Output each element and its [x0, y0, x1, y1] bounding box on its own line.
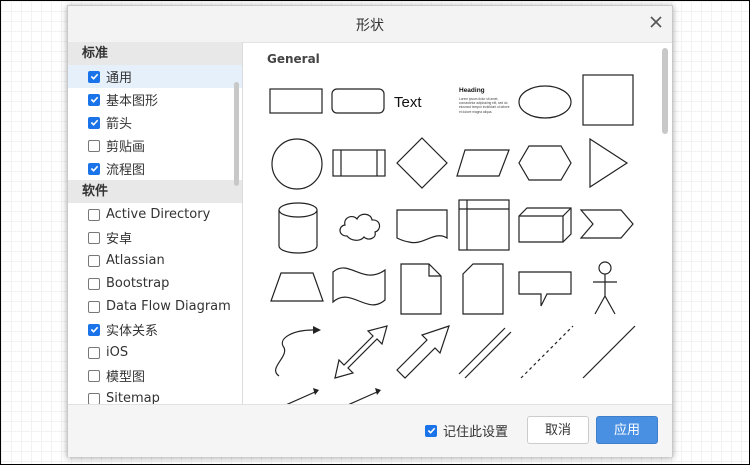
sidebar-item[interactable]: 剪贴画 — [68, 134, 242, 157]
category-header: 软件 — [68, 180, 242, 203]
connector-shape[interactable] — [335, 388, 385, 404]
square-shape[interactable] — [580, 72, 636, 128]
dialog-footer: 记住此设置 取消 应用 — [68, 404, 672, 457]
sidebar-item-label: 安卓 — [106, 232, 133, 247]
sidebar-item-label: Bootstrap — [106, 276, 170, 291]
dialog-title: 形状 — [356, 18, 384, 34]
sidebar-scrollbar[interactable] — [234, 82, 239, 186]
heading-text-shape[interactable]: Heading Lorem ipsum dolor sit amet, cons… — [459, 87, 511, 114]
sidebar-item[interactable]: Bootstrap — [68, 272, 242, 295]
cancel-button[interactable]: 取消 — [527, 416, 589, 444]
sidebar-item-label: Active Directory — [106, 207, 211, 222]
diamond-shape[interactable] — [395, 136, 449, 190]
arrow-shape[interactable] — [395, 324, 451, 380]
remember-setting-label: 记住此设置 — [443, 425, 509, 440]
category-sidebar: 标准通用基本图形箭头剪贴画流程图软件 Active Directory 安卓 Atla… — [68, 42, 243, 404]
sidebar-item[interactable]: iOS — [68, 341, 242, 364]
directional-connector-shape[interactable] — [273, 388, 323, 404]
sidebar-item[interactable]: 实体关系 — [68, 318, 242, 341]
checkbox-icon[interactable] — [88, 70, 100, 83]
sidebar-item[interactable]: Atlassian — [68, 249, 242, 272]
checkbox-icon[interactable] — [88, 208, 100, 221]
remember-setting-checkbox[interactable]: 记住此设置 — [425, 421, 508, 440]
shape-panel-scrollbar[interactable] — [662, 48, 668, 134]
checkbox-icon[interactable] — [88, 300, 100, 313]
actor-shape[interactable] — [589, 260, 621, 318]
sidebar-item[interactable]: 通用 — [68, 65, 242, 88]
sidebar-item-label: 流程图 — [106, 163, 146, 178]
checkbox-icon[interactable] — [88, 346, 100, 359]
heading-shape-body: Lorem ipsum dolor sit amet, consectetur … — [459, 97, 510, 114]
double-line-shape[interactable] — [457, 324, 513, 380]
category-header: 标准 — [68, 42, 242, 65]
category-list: 标准通用基本图形箭头剪贴画流程图软件 Active Directory 安卓 Atla… — [68, 42, 242, 404]
apply-button[interactable]: 应用 — [596, 416, 658, 444]
heading-shape-title: Heading — [459, 87, 485, 94]
sidebar-item[interactable]: Active Directory — [68, 203, 242, 226]
text-shape[interactable]: Text — [394, 94, 454, 111]
curved-arrow-shape[interactable] — [269, 324, 325, 380]
line-shape[interactable] — [581, 324, 637, 380]
checkbox-icon[interactable] — [88, 323, 100, 336]
checkbox-icon[interactable] — [88, 93, 100, 106]
checkbox-icon[interactable] — [88, 116, 100, 129]
note-shape[interactable] — [399, 262, 443, 316]
checkbox-icon[interactable] — [88, 231, 100, 244]
process-shape[interactable] — [331, 148, 387, 180]
internal-storage-shape[interactable] — [457, 198, 513, 254]
sidebar-item-label: 基本图形 — [106, 94, 159, 109]
tape-shape[interactable] — [331, 262, 387, 312]
sidebar-item[interactable]: Sitemap — [68, 387, 242, 404]
sidebar-item-label: 实体关系 — [106, 324, 159, 339]
sidebar-item[interactable]: 基本图形 — [68, 88, 242, 111]
sidebar-item[interactable]: 模型图 — [68, 364, 242, 387]
double-arrow-shape[interactable] — [333, 324, 389, 380]
circle-shape[interactable] — [269, 136, 325, 192]
sidebar-item[interactable]: 安卓 — [68, 226, 242, 249]
close-icon[interactable] — [646, 12, 666, 32]
checkbox-icon[interactable] — [88, 277, 100, 290]
callout-shape[interactable] — [517, 270, 573, 310]
checkbox-icon — [425, 424, 437, 437]
sidebar-item-label: iOS — [106, 345, 129, 360]
checkbox-icon[interactable] — [88, 254, 100, 267]
shape-panel: General Text Heading Lorem ipsum dolor s… — [243, 42, 672, 404]
cloud-shape[interactable] — [335, 208, 385, 244]
shapes-dialog: 形状 标准通用基本图形箭头剪贴画流程图软件 Active Directory 安卓 A… — [67, 5, 673, 457]
sidebar-item[interactable]: 流程图 — [68, 157, 242, 180]
trapezoid-shape[interactable] — [269, 270, 325, 304]
step-shape[interactable] — [579, 208, 635, 242]
sidebar-item-label: 箭头 — [106, 117, 133, 132]
sidebar-item[interactable]: Data Flow Diagram — [68, 295, 242, 318]
dialog-titlebar: 形状 — [68, 6, 672, 43]
sidebar-item-label: Sitemap — [106, 391, 160, 404]
checkbox-icon[interactable] — [88, 162, 100, 175]
rectangle-shape[interactable] — [269, 86, 325, 116]
sidebar-item-label: Atlassian — [106, 253, 165, 268]
sidebar-item-label: Data Flow Diagram — [106, 299, 231, 314]
checkbox-icon[interactable] — [88, 369, 100, 382]
triangle-shape[interactable] — [587, 136, 631, 190]
sidebar-item[interactable]: 箭头 — [68, 111, 242, 134]
sidebar-item-label: 模型图 — [106, 370, 146, 385]
dashed-line-shape[interactable] — [519, 324, 575, 380]
checkbox-icon[interactable] — [88, 139, 100, 152]
hexagon-shape[interactable] — [517, 144, 573, 184]
sidebar-item-label: 剪贴画 — [106, 140, 146, 155]
rounded-rectangle-shape[interactable] — [331, 86, 387, 116]
checkbox-icon[interactable] — [88, 392, 100, 404]
ellipse-shape[interactable] — [517, 84, 575, 120]
document-shape[interactable] — [395, 208, 449, 248]
sidebar-item-label: 通用 — [106, 71, 133, 86]
parallelogram-shape[interactable] — [455, 148, 511, 180]
card-shape[interactable] — [461, 262, 505, 316]
section-title: General — [267, 52, 320, 66]
cube-shape[interactable] — [517, 206, 573, 246]
cylinder-shape[interactable] — [275, 200, 321, 256]
